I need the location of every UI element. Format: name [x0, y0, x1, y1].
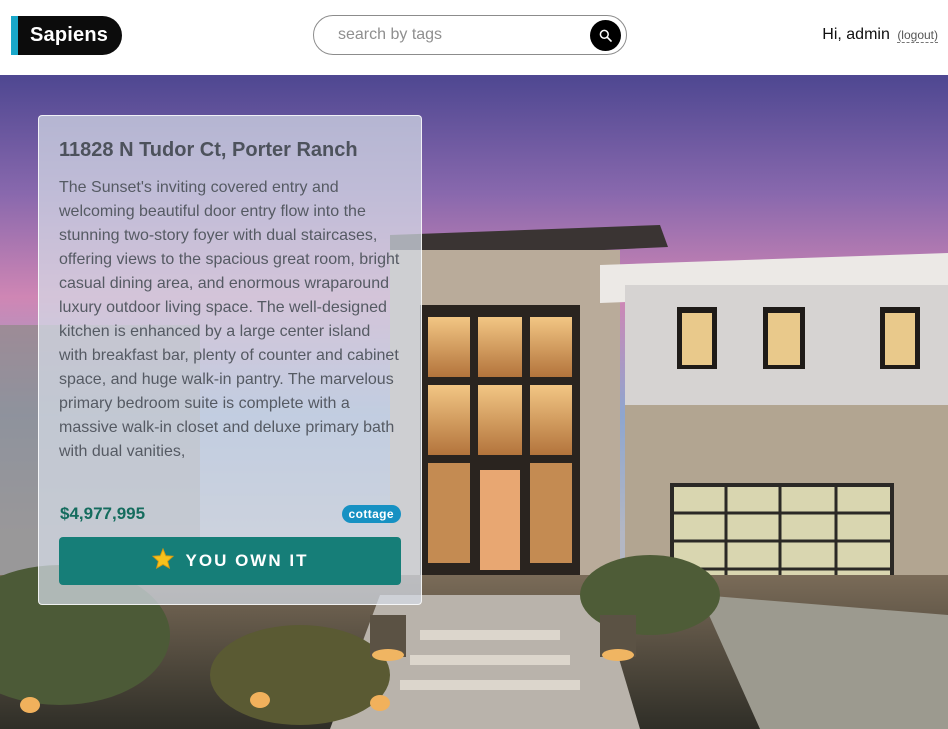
listing-card: 11828 N Tudor Ct, Porter Ranch The Sunse… — [38, 115, 422, 605]
search-button[interactable] — [590, 20, 621, 51]
star-icon — [151, 547, 174, 574]
top-nav: Sapiens Hi, admin (logout) — [0, 0, 948, 75]
tag-badge[interactable]: cottage — [341, 505, 401, 523]
you-own-it-label: YOU OWN IT — [185, 551, 309, 570]
listing-price: $4,977,995 — [60, 504, 146, 523]
you-own-it-button[interactable]: YOU OWN IT — [59, 537, 401, 585]
brand-name: Sapiens — [18, 16, 123, 55]
logout-link[interactable]: (logout) — [897, 28, 938, 43]
hero-banner: 11828 N Tudor Ct, Porter Ranch The Sunse… — [0, 75, 948, 729]
brand-logo[interactable]: Sapiens — [11, 16, 123, 55]
user-menu: Hi, admin (logout) — [822, 26, 938, 44]
search-bar — [313, 15, 627, 55]
listing-meta: $4,977,995 cottage — [59, 504, 401, 524]
search-icon — [599, 29, 612, 42]
user-greeting: Hi, admin — [822, 26, 890, 43]
listing-title: 11828 N Tudor Ct, Porter Ranch — [59, 139, 358, 161]
listing-description: The Sunset's inviting covered entry and … — [59, 179, 400, 460]
logo-accent-bar — [11, 16, 18, 55]
search-input[interactable] — [338, 26, 578, 44]
